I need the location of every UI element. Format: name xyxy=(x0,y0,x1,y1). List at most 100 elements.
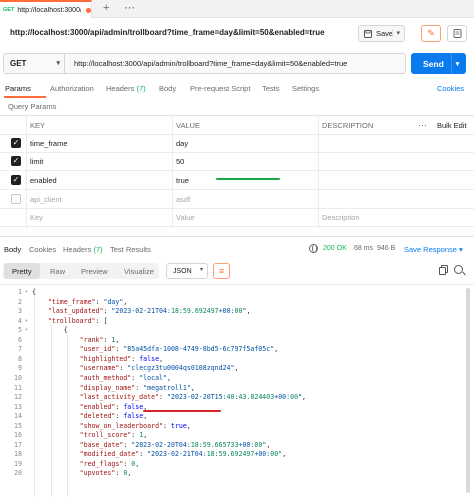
param-key[interactable]: limit xyxy=(30,152,43,171)
response-tab-headers-label: Headers xyxy=(63,245,92,254)
method-select[interactable]: GET ▾ xyxy=(3,53,65,74)
new-key-placeholder[interactable]: Key xyxy=(30,208,43,227)
tab-authorization-label: Authorization xyxy=(50,84,94,93)
response-size[interactable]: 946 B xyxy=(377,245,395,252)
cookies-link[interactable]: Cookies xyxy=(437,84,464,93)
tab-tests[interactable]: Tests xyxy=(262,84,280,93)
tab-settings[interactable]: Settings xyxy=(292,84,319,93)
response-tab-headers[interactable]: Headers (7) xyxy=(63,245,103,254)
format-raw[interactable]: Raw xyxy=(42,263,73,279)
response-tab-body[interactable]: Body xyxy=(4,245,21,254)
unsaved-dot-icon xyxy=(86,7,91,13)
status-code[interactable]: 200 OK xyxy=(323,245,347,252)
save-button[interactable]: Save ▾ xyxy=(358,25,405,42)
response-tab-body-label: Body xyxy=(4,245,22,254)
format-visualize[interactable]: Visualize xyxy=(116,263,162,279)
tab-pre-request-script[interactable]: Pre-request Script xyxy=(190,84,250,93)
param-checkbox-checked[interactable]: ✓ xyxy=(11,156,21,166)
url-input[interactable]: http://localhost:3000/api/admin/trollboa… xyxy=(65,53,406,74)
param-row: ✓ limit 50 xyxy=(0,152,474,171)
response-tab-test-results-label: Test Results xyxy=(110,245,151,254)
format-pretty[interactable]: Pretty xyxy=(4,263,40,279)
format-preview[interactable]: Preview xyxy=(73,263,116,279)
tab-more-icon[interactable]: ⋯ xyxy=(124,1,135,14)
param-value[interactable]: 50 xyxy=(176,152,184,171)
response-body-editor[interactable]: 1 ▾{2 "time_frame": "day", 3 "last_updated… xyxy=(0,287,474,499)
tab-tests-label: Tests xyxy=(262,84,280,93)
pane-divider xyxy=(0,236,474,237)
param-value[interactable]: asdf xyxy=(176,190,190,209)
code-line: "time_frame": "day", xyxy=(47,297,128,306)
key-column-header: KEY xyxy=(30,121,46,130)
chevron-down-icon: ▾ xyxy=(56,60,60,67)
documentation-button[interactable] xyxy=(447,25,467,42)
search-icon[interactable] xyxy=(454,265,463,274)
param-key[interactable]: time_frame xyxy=(30,134,68,153)
fold-chevron-icon[interactable]: ▾ xyxy=(25,289,28,295)
chevron-down-icon: ▾ xyxy=(459,245,463,254)
line-number: 6 xyxy=(18,335,22,344)
param-row: ✓ enabled true xyxy=(0,171,474,190)
line-number: 10 xyxy=(14,373,22,382)
description-column-header: DESCRIPTION xyxy=(322,121,374,130)
bulk-edit-link[interactable]: Bulk Edit xyxy=(437,116,467,135)
method-value: GET xyxy=(10,59,27,68)
code-line: "highlighted": false, xyxy=(79,354,164,363)
save-response-label: Save Response xyxy=(404,245,457,254)
new-value-placeholder[interactable]: Value xyxy=(176,208,195,227)
chevron-down-icon[interactable]: ▾ xyxy=(392,29,400,37)
new-description-placeholder[interactable]: Description xyxy=(322,208,360,227)
response-tab-test-results[interactable]: Test Results xyxy=(110,245,151,254)
active-tab-indicator xyxy=(4,96,46,98)
tab-strip: GET http://localhost:3000/a + ⋯ xyxy=(0,0,474,18)
fold-chevron-icon[interactable]: ▾ xyxy=(25,318,28,324)
param-checkbox-unchecked[interactable] xyxy=(11,194,21,204)
request-tab[interactable]: GET http://localhost:3000/a xyxy=(0,0,92,18)
save-response-button[interactable]: Save Response ▾ xyxy=(404,245,463,254)
value-column-header: VALUE xyxy=(176,121,201,130)
response-tab-cookies[interactable]: Cookies xyxy=(29,245,56,254)
new-tab-plus-icon[interactable]: + xyxy=(103,2,109,14)
line-number: 5 xyxy=(18,326,22,335)
document-icon xyxy=(453,29,461,38)
param-key[interactable]: enabled xyxy=(30,171,57,190)
wrap-icon: ≡ xyxy=(218,266,225,276)
tab-authorization[interactable]: Authorization xyxy=(50,84,94,93)
green-annotation-underline xyxy=(216,178,280,180)
tab-headers[interactable]: Headers (7) xyxy=(106,84,146,93)
tab-settings-label: Settings xyxy=(292,84,320,93)
param-checkbox-checked[interactable]: ✓ xyxy=(11,175,21,185)
tab-title: http://localhost:3000/a xyxy=(17,6,82,14)
param-key[interactable]: api_client xyxy=(30,190,62,209)
tab-method: GET xyxy=(3,7,15,13)
line-number: 8 xyxy=(18,354,22,363)
send-button[interactable]: Send ▾ xyxy=(411,53,466,74)
params-header-row: KEY VALUE DESCRIPTION ⋯ Bulk Edit xyxy=(0,116,474,135)
tab-pre-request-label: Pre-request Script xyxy=(190,84,251,93)
send-options-chevron-icon[interactable]: ▾ xyxy=(451,53,463,74)
line-number: 11 xyxy=(14,383,22,392)
line-number: 7 xyxy=(18,345,22,354)
language-select[interactable]: JSON ▾ xyxy=(166,263,208,279)
param-value[interactable]: day xyxy=(176,134,188,153)
edit-pencil-button[interactable]: ✎ xyxy=(421,25,441,42)
param-value[interactable]: true xyxy=(176,171,189,190)
vertical-scrollbar[interactable] xyxy=(466,288,470,493)
wrap-lines-button[interactable]: ≡ xyxy=(213,263,230,279)
line-number: 9 xyxy=(18,364,22,373)
copy-icon[interactable] xyxy=(439,265,448,275)
red-annotation-underline xyxy=(143,410,221,412)
param-row: ✓ time_frame day xyxy=(0,134,474,153)
more-options-icon[interactable]: ⋯ xyxy=(418,116,427,135)
tab-params[interactable]: Params xyxy=(5,84,31,93)
response-time[interactable]: 68 ms xyxy=(354,245,373,252)
tab-body[interactable]: Body xyxy=(159,84,176,93)
code-line: "username": "clecgz3tu0004qs0108zqnd24", xyxy=(79,364,239,373)
code-line: "deleted": false, xyxy=(79,412,148,421)
tab-headers-count: (7) xyxy=(136,84,146,93)
param-checkbox-checked[interactable]: ✓ xyxy=(11,138,21,148)
line-number: 17 xyxy=(14,440,22,449)
fold-chevron-icon[interactable]: ▾ xyxy=(25,327,28,333)
code-line: { xyxy=(32,288,36,296)
globe-icon[interactable] xyxy=(309,244,318,253)
